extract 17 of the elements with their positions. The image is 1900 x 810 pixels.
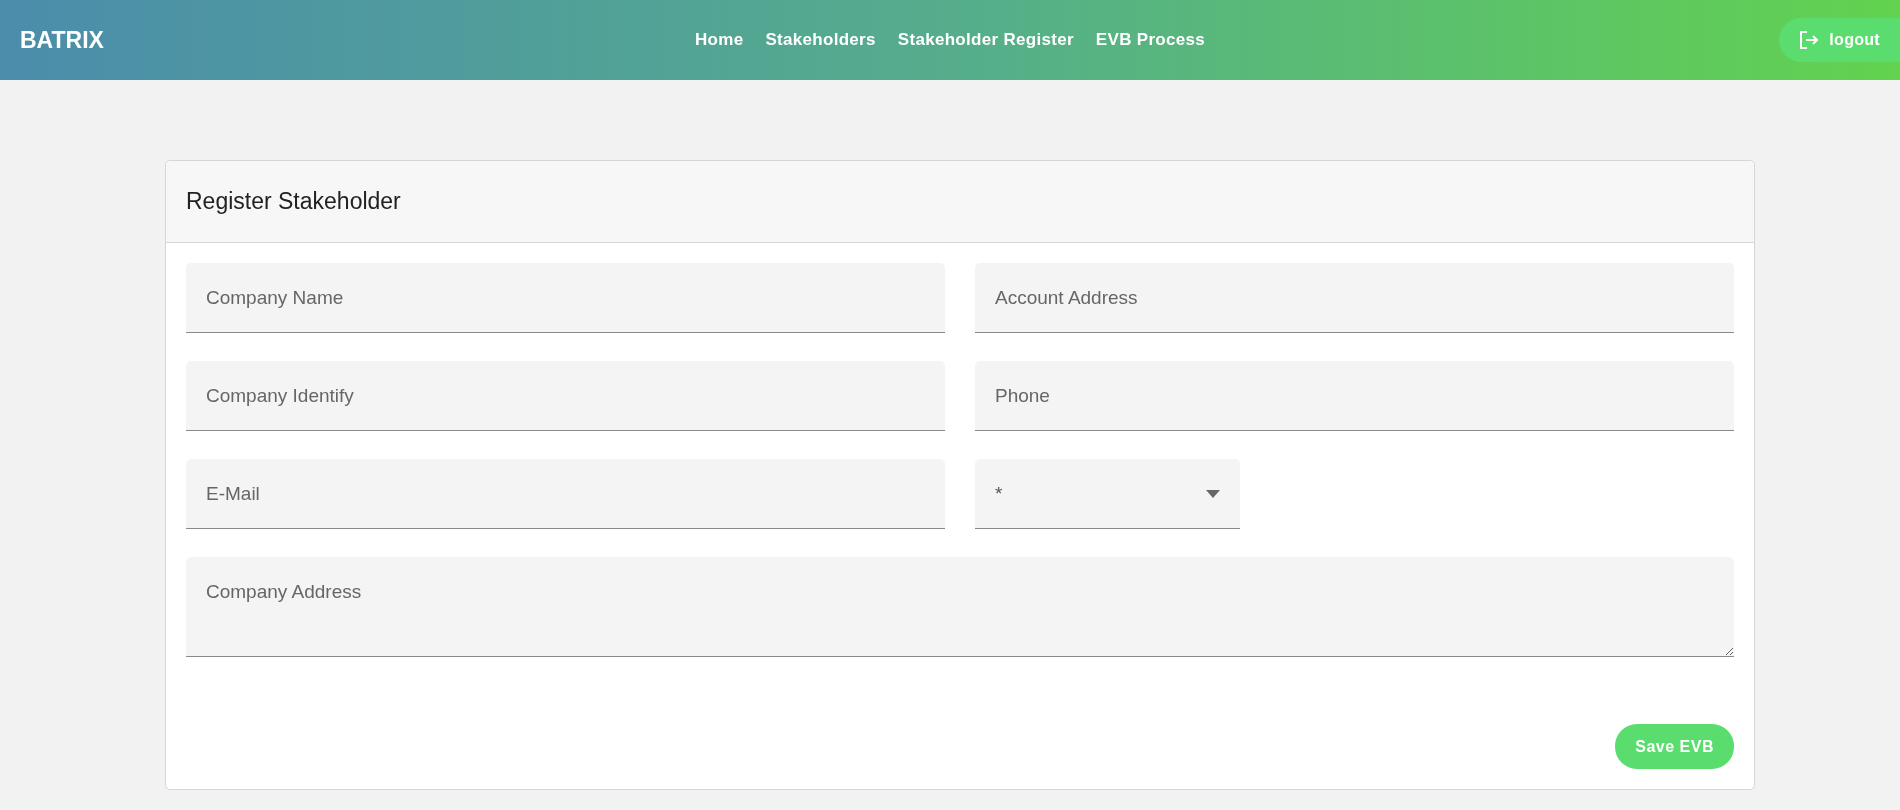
text-field[interactable]: Company Identify [186, 361, 945, 431]
nav-link[interactable]: EVB Process [1086, 24, 1214, 56]
select-field[interactable]: * [975, 459, 1240, 529]
textarea-field[interactable]: Company Address [186, 557, 1734, 657]
form-title: Register Stakeholder [186, 188, 401, 215]
nav-link[interactable]: Home [686, 24, 753, 56]
logout-button[interactable]: logout [1779, 18, 1900, 62]
text-field[interactable]: Phone [975, 361, 1734, 431]
text-field[interactable]: Company Name [186, 263, 945, 333]
save-button[interactable]: Save EVB [1615, 724, 1734, 769]
nav-link[interactable]: Stakeholders [756, 24, 885, 56]
caret-icon [1206, 489, 1220, 498]
nav-link[interactable]: Stakeholder Register [888, 24, 1083, 56]
text-field[interactable]: E-Mail [186, 459, 945, 529]
text-field[interactable]: Account Address [975, 263, 1734, 333]
brand-logo: BATRIX [20, 26, 104, 54]
logout-icon [1799, 31, 1820, 49]
